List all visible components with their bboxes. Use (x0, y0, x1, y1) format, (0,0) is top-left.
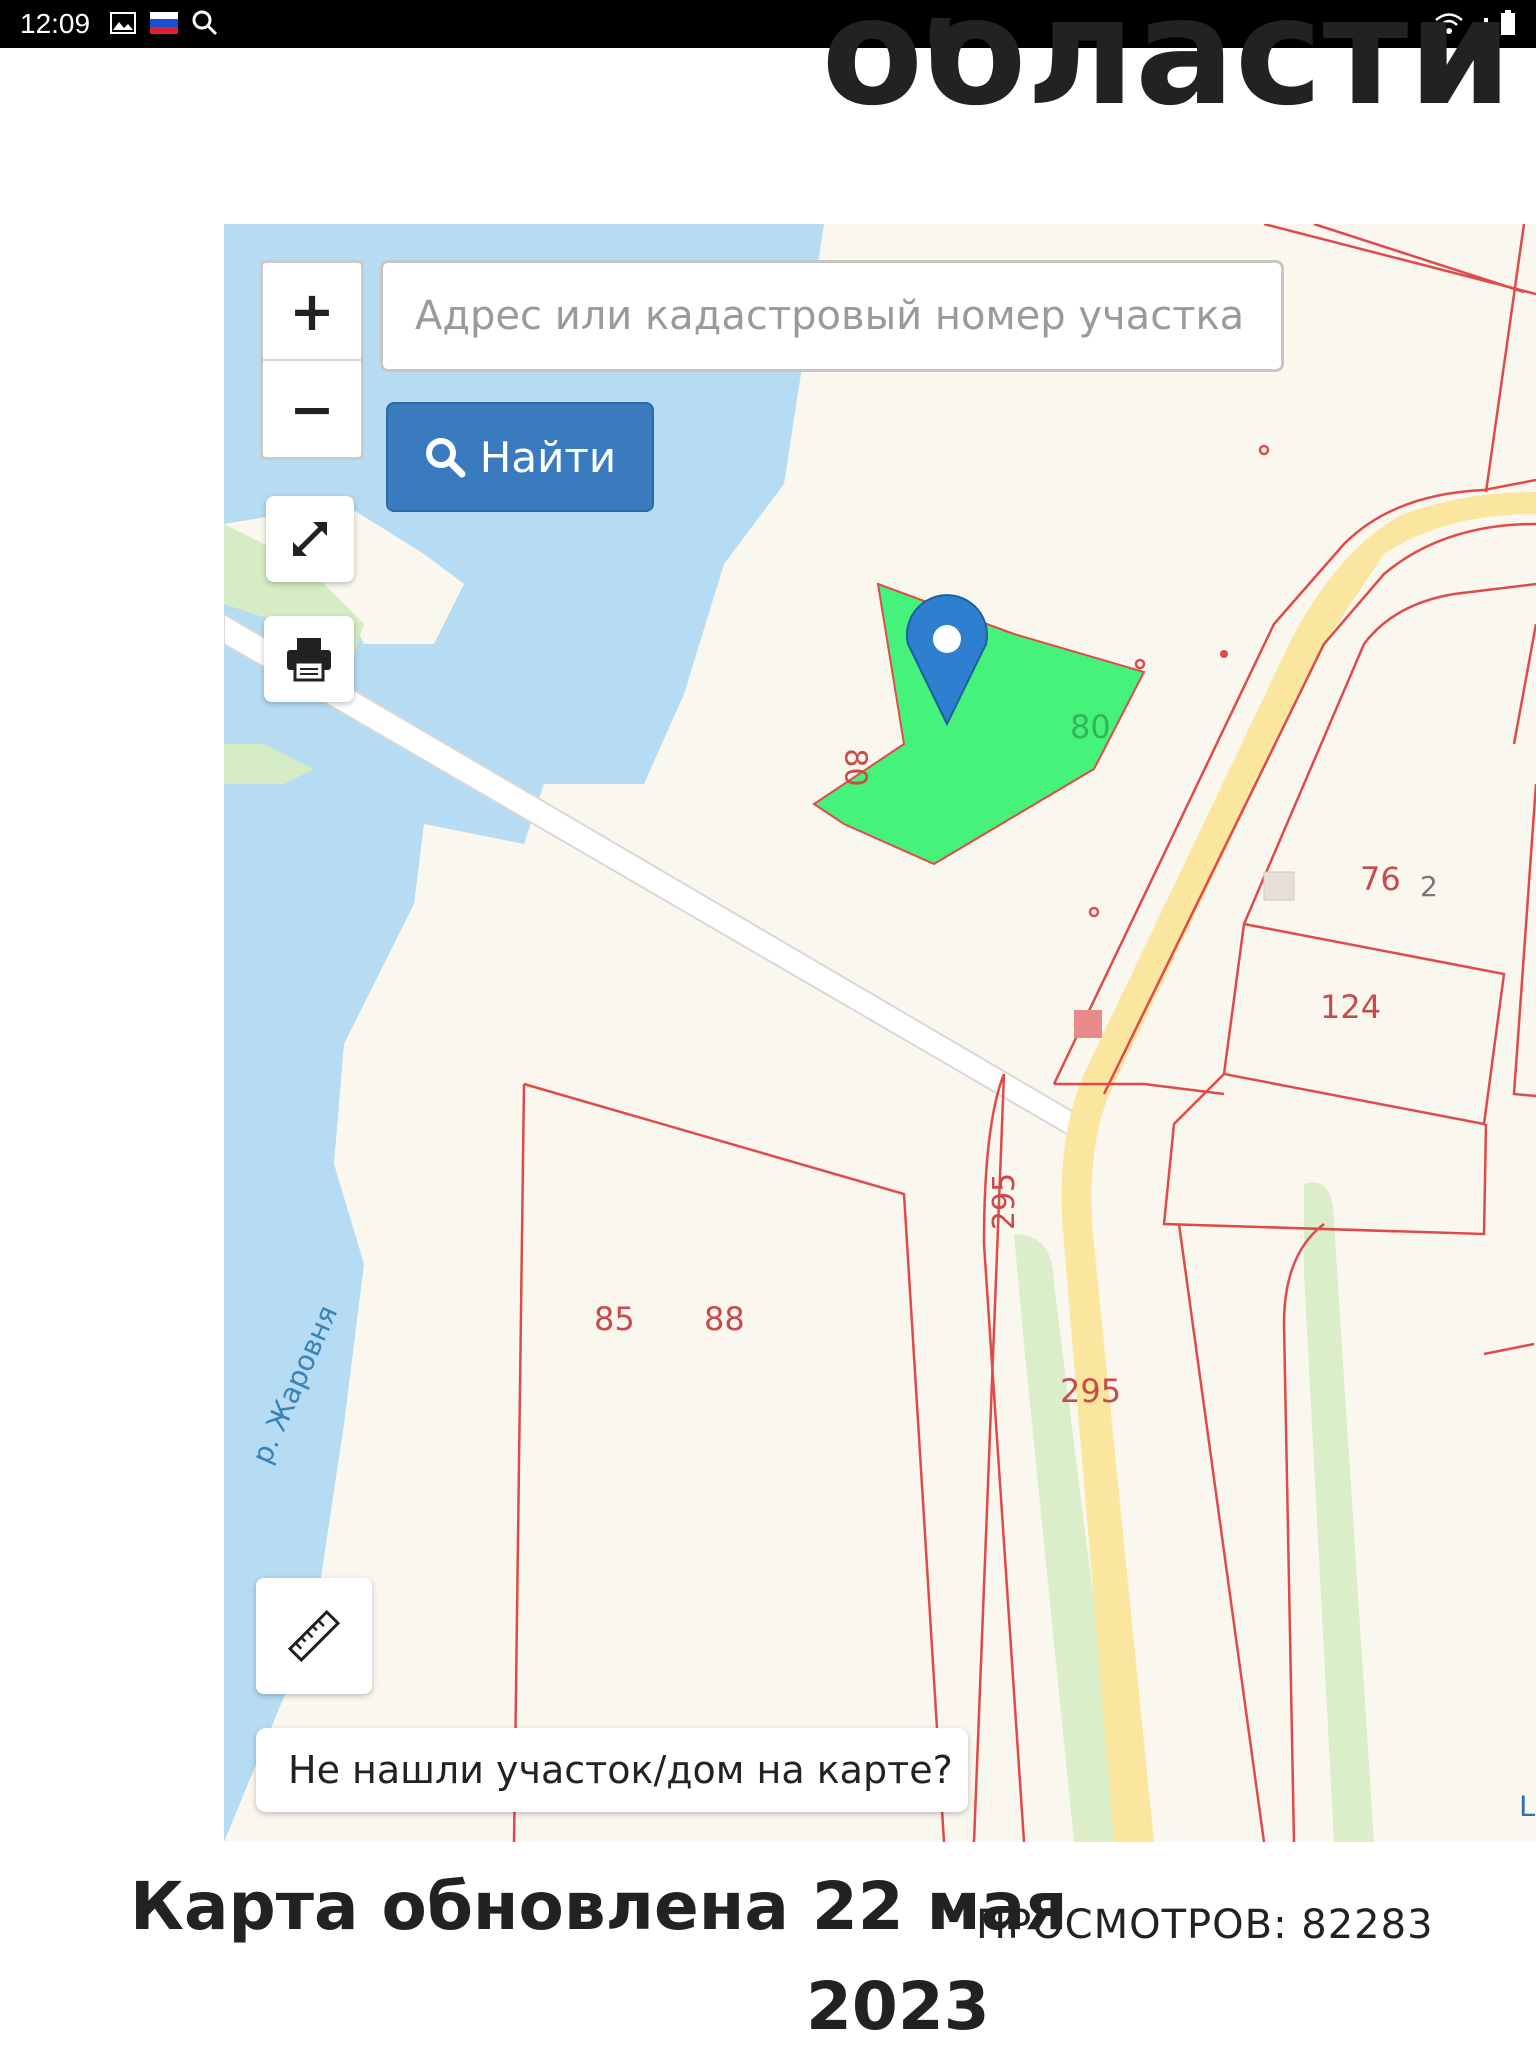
expand-icon (293, 522, 327, 556)
map-updated-line1: Карта обновлена 22 мая (130, 1868, 1068, 1945)
status-time: 12:09 (20, 8, 91, 39)
russia-flag-icon (150, 12, 178, 34)
map-label-plot-80a: 80 (837, 748, 873, 787)
measure-button[interactable] (256, 1578, 372, 1694)
map-label-plot-76-box: 2 (1420, 870, 1438, 903)
cadastral-map[interactable]: 80 80 76 2 124 295 295 85 88 р. Жаровня … (224, 224, 1536, 1842)
find-button-label: Найти (479, 432, 617, 482)
views-counter: ПРОСМОТРОВ: 82283 (976, 1902, 1434, 1948)
map-label-road-295b: 295 (1060, 1372, 1122, 1410)
map-attribution-link[interactable]: L (1519, 1790, 1536, 1824)
gallery-icon (110, 12, 136, 34)
ruler-icon (287, 1609, 341, 1663)
find-button[interactable]: Найти (386, 402, 654, 512)
zoom-control: + − (260, 260, 364, 460)
printer-icon (287, 638, 331, 682)
status-left-icons (110, 10, 218, 36)
zoom-out-button[interactable]: − (263, 359, 361, 457)
not-found-button[interactable]: Не нашли участок/дом на карте? (256, 1728, 968, 1812)
search-icon (192, 10, 218, 36)
page-title-text: области (821, 18, 1513, 130)
map-label-plot-80b: 80 (1070, 708, 1111, 746)
map-label-plot-124: 124 (1320, 988, 1382, 1026)
print-button[interactable] (264, 616, 354, 702)
map-label-road-295a: 295 (987, 1172, 1023, 1231)
address-search-input[interactable] (380, 260, 1284, 372)
map-label-plot-85: 85 (594, 1300, 635, 1338)
search-icon (425, 438, 466, 478)
zoom-in-button[interactable]: + (263, 263, 361, 359)
fullscreen-button[interactable] (266, 496, 354, 582)
map-label-plot-76: 76 (1360, 860, 1401, 898)
map-label-plot-88: 88 (704, 1300, 745, 1338)
map-updated-line2: 2023 (806, 1968, 990, 2045)
page-title: области (612, 18, 1513, 130)
